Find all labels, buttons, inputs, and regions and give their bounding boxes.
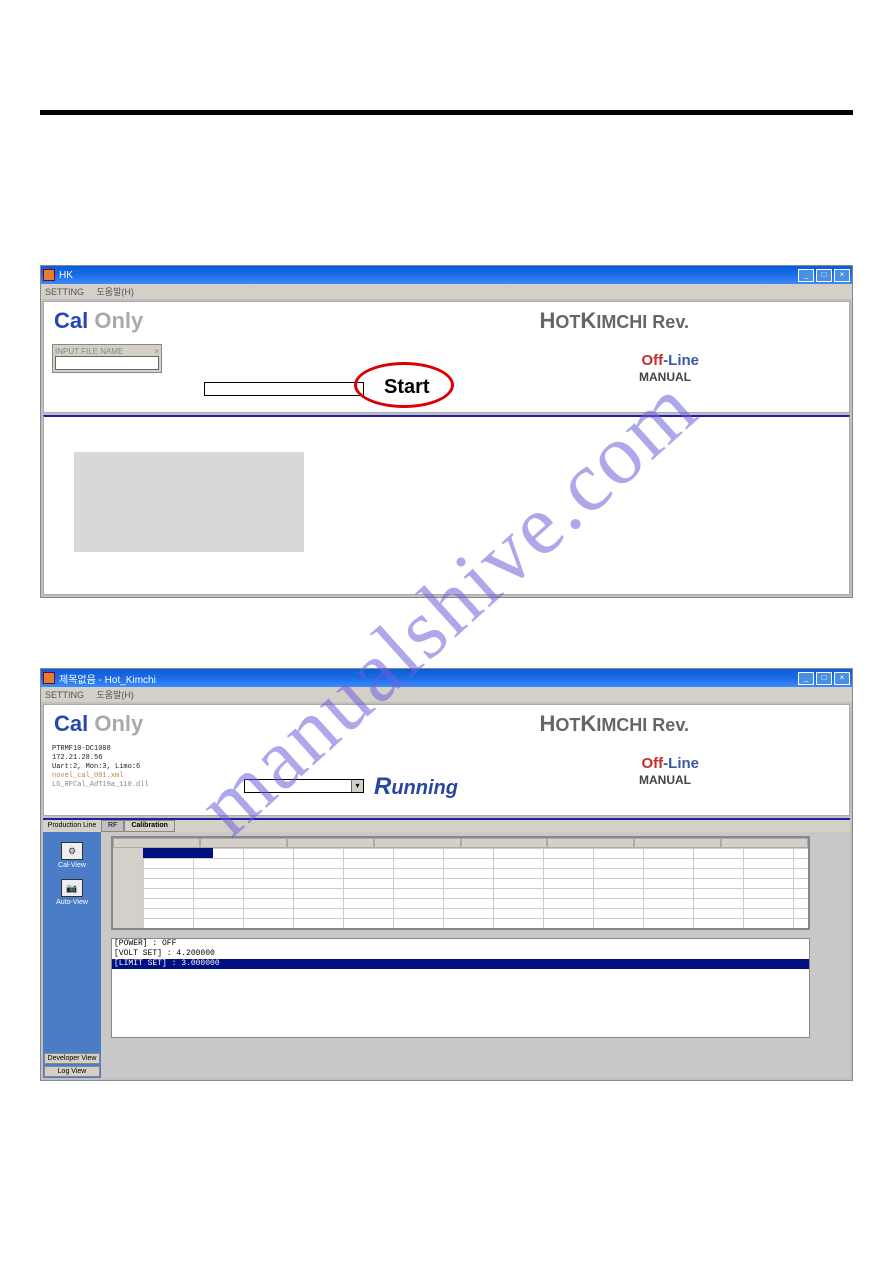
- sidebar-item-auto-view[interactable]: 📷 Auto-View: [43, 877, 101, 906]
- mode-manual-label: MANUAL: [639, 370, 691, 384]
- close-icon[interactable]: ×: [154, 347, 159, 356]
- sidebar: Production Line ⚙ Cal-View 📷 Auto-View D…: [43, 820, 101, 1078]
- line-text: -Line: [663, 352, 699, 369]
- header-panel: Cal Only HOTKIMCHI Rev. INPUT FILE NAME …: [43, 301, 850, 413]
- grid-row-headers: [113, 848, 143, 928]
- grid-content[interactable]: [113, 838, 808, 928]
- body-panel: [43, 415, 850, 595]
- placeholder-block: [74, 452, 304, 552]
- screenshot-window-2: 제목없음 - Hot_Kimchi _ □ × SETTING 도움말(H) C…: [40, 668, 853, 1081]
- maximize-button[interactable]: □: [816, 672, 832, 685]
- header-divider: [40, 110, 853, 115]
- mode-label: Cal Only: [54, 711, 143, 737]
- auto-view-icon: 📷: [61, 879, 83, 897]
- only-text: Only: [94, 308, 143, 333]
- brand-k: K: [580, 308, 596, 333]
- console-line-3-highlighted: [LIMIT SET] : 3.000000: [112, 959, 809, 969]
- menu-setting[interactable]: SETTING: [45, 287, 84, 297]
- device-id: PTRMF10-DC1008: [52, 745, 149, 754]
- selected-cell[interactable]: [143, 848, 213, 858]
- brand-h: H: [540, 711, 556, 736]
- body-panel: Production Line ⚙ Cal-View 📷 Auto-View D…: [43, 818, 850, 1078]
- app-icon: [43, 269, 55, 281]
- brand-label: HOTKIMCHI Rev.: [540, 308, 689, 334]
- menu-setting[interactable]: SETTING: [45, 690, 84, 700]
- menubar: SETTING 도움말(H): [41, 284, 852, 299]
- app-icon: [43, 672, 55, 684]
- device-ip: 172.21.28.56: [52, 754, 149, 763]
- grid-lines: [143, 848, 808, 928]
- brand-label: HOTKIMCHI Rev.: [540, 711, 689, 737]
- brand-ot: OT: [555, 715, 580, 735]
- device-dll: LG_RFCal_AdT19a_110.dll: [52, 781, 149, 790]
- console-line-1: [POWER] : OFF: [112, 939, 809, 949]
- cal-view-icon: ⚙: [61, 842, 83, 860]
- grid-col-headers: [113, 838, 808, 848]
- brand-rest: IMCHI Rev.: [596, 715, 689, 735]
- auto-view-label: Auto-View: [43, 899, 101, 906]
- device-info: PTRMF10-DC1008 172.21.28.56 Uart:2, Mon:…: [52, 745, 149, 790]
- tab-calibration[interactable]: Calibration: [124, 820, 175, 832]
- mode-label: Cal Only: [54, 308, 143, 334]
- console-line-2: [VOLT SET] : 4.200000: [112, 949, 809, 959]
- data-grid: [111, 836, 810, 930]
- window-title: HK: [59, 270, 798, 281]
- console-output: [POWER] : OFF [VOLT SET] : 4.200000 [LIM…: [111, 938, 810, 1038]
- device-xml: novel_cal_001.xml: [52, 772, 149, 781]
- only-text: Only: [94, 711, 143, 736]
- close-button[interactable]: ×: [834, 269, 850, 282]
- tab-rf[interactable]: RF: [101, 820, 124, 832]
- center-dropdown[interactable]: ▾: [244, 779, 364, 793]
- titlebar: 제목없음 - Hot_Kimchi _ □ ×: [41, 669, 852, 687]
- menu-help[interactable]: 도움말(H): [97, 287, 134, 297]
- sidebar-item-cal-view[interactable]: ⚙ Cal-View: [43, 840, 101, 869]
- connection-status: Off-Line: [641, 352, 699, 369]
- start-button[interactable]: Start: [384, 376, 430, 399]
- minimize-button[interactable]: _: [798, 672, 814, 685]
- running-rest: unning: [391, 777, 458, 799]
- main-area: RF Calibration [POWER] : OFF [: [101, 820, 850, 1078]
- input-file-name-dialog: INPUT FILE NAME ×: [52, 344, 162, 373]
- brand-rest: IMCHI Rev.: [596, 312, 689, 332]
- close-button[interactable]: ×: [834, 672, 850, 685]
- screenshot-window-1: HK _ □ × SETTING 도움말(H) Cal Only HOTKIMC…: [40, 265, 853, 598]
- developer-view-button[interactable]: Developer View: [44, 1053, 100, 1064]
- input-file-name-field[interactable]: [55, 356, 159, 370]
- titlebar: HK _ □ ×: [41, 266, 852, 284]
- off-text: Off: [641, 352, 663, 369]
- center-input[interactable]: [204, 382, 364, 396]
- maximize-button[interactable]: □: [816, 269, 832, 282]
- cal-text: Cal: [54, 711, 88, 736]
- header-panel: Cal Only HOTKIMCHI Rev. PTRMF10-DC1008 1…: [43, 704, 850, 816]
- tab-bar: RF Calibration: [101, 820, 850, 832]
- menubar: SETTING 도움말(H): [41, 687, 852, 702]
- cal-view-label: Cal-View: [43, 862, 101, 869]
- line-text: -Line: [663, 755, 699, 772]
- chevron-down-icon[interactable]: ▾: [351, 780, 363, 792]
- sidebar-tab-production[interactable]: Production Line: [43, 820, 101, 832]
- running-r: R: [374, 773, 391, 800]
- menu-help[interactable]: 도움말(H): [97, 690, 134, 700]
- brand-ot: OT: [555, 312, 580, 332]
- brand-k: K: [580, 711, 596, 736]
- mode-manual-label: MANUAL: [639, 773, 691, 787]
- log-view-button[interactable]: Log View: [44, 1066, 100, 1077]
- minimize-button[interactable]: _: [798, 269, 814, 282]
- brand-h: H: [540, 308, 556, 333]
- device-ports: Uart:2, Mon:3, Limo:6: [52, 763, 149, 772]
- off-text: Off: [641, 755, 663, 772]
- cal-text: Cal: [54, 308, 88, 333]
- window-title: 제목없음 - Hot_Kimchi: [59, 671, 798, 686]
- running-status: Running: [374, 773, 458, 801]
- input-file-name-label: INPUT FILE NAME: [55, 347, 123, 356]
- connection-status: Off-Line: [641, 755, 699, 772]
